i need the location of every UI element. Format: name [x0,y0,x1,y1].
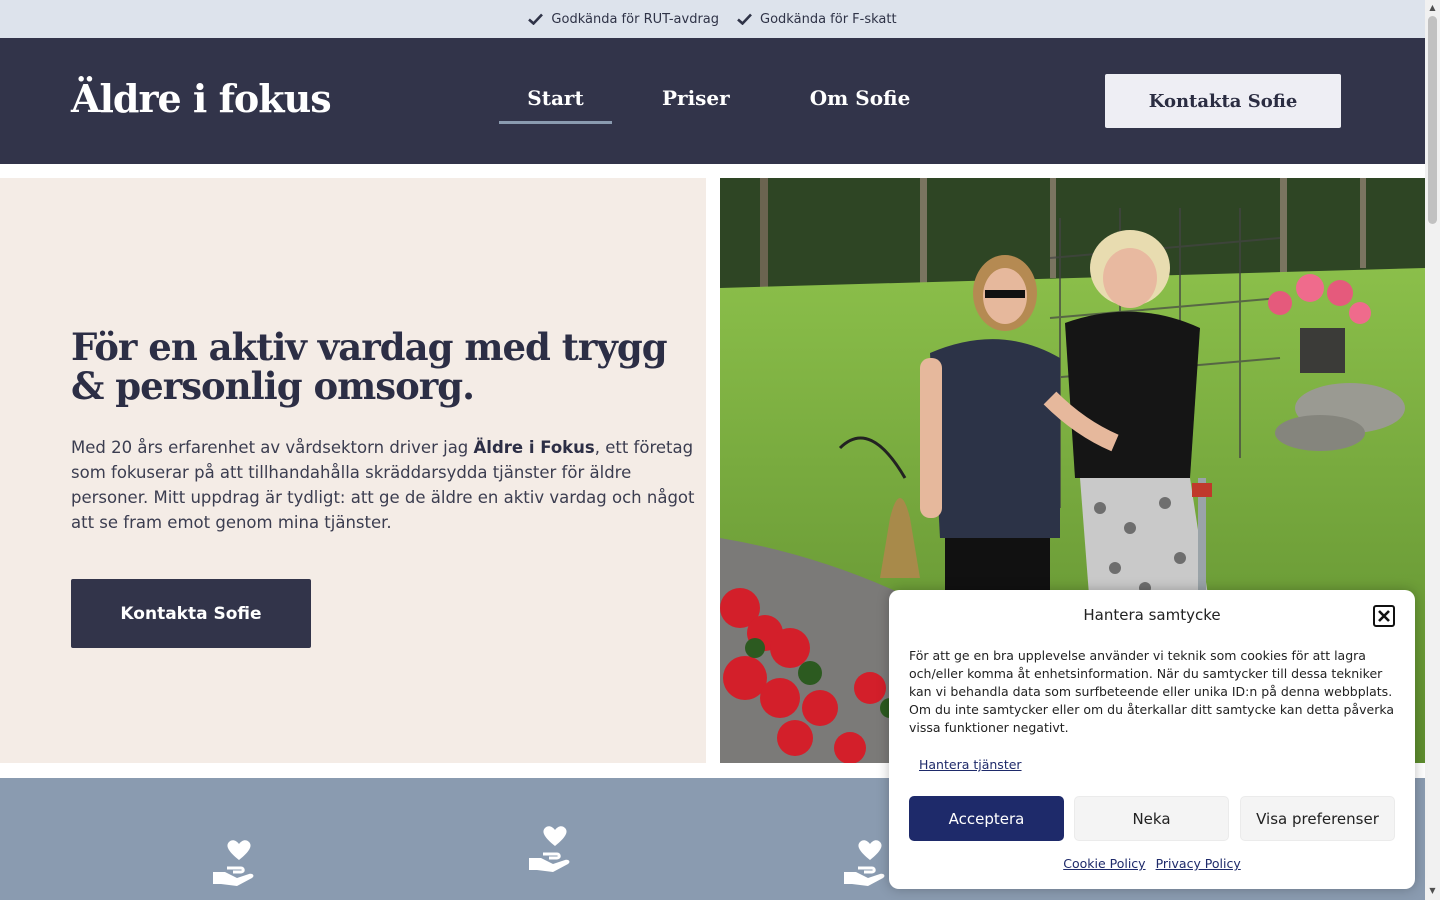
manage-services-link[interactable]: Hantera tjänster [919,757,1022,772]
consent-footer: Cookie Policy Privacy Policy [889,856,1415,871]
scroll-up-arrow-icon[interactable]: ▲ [1428,3,1437,13]
site-header: Äldre i fokus Start Priser Om Sofie Kont… [0,38,1425,164]
privacy-policy-link[interactable]: Privacy Policy [1156,856,1241,871]
nav-priser[interactable]: Priser [662,86,730,124]
hero-section: För en aktiv vardag med trygg & personli… [0,178,706,763]
site-logo[interactable]: Äldre i fokus [71,76,332,121]
scroll-down-arrow-icon[interactable]: ▼ [1428,886,1437,896]
hero-contact-button[interactable]: Kontakta Sofie [71,579,311,648]
deny-button[interactable]: Neka [1074,796,1229,841]
fskatt-label: Godkända för F-skatt [760,11,897,27]
check-icon [737,13,752,25]
rut-label: Godkända för RUT-avdrag [551,11,720,27]
header-contact-button[interactable]: Kontakta Sofie [1105,74,1341,128]
consent-title: Hantera samtycke [1083,606,1221,624]
scroll-thumb[interactable] [1428,16,1437,224]
cookie-consent-dialog: Hantera samtycke För att ge en bra upple… [889,590,1415,889]
hero-text-company: Äldre i Fokus [473,438,595,457]
care-hand-heart-icon [213,840,254,886]
rut-badge: Godkända för RUT-avdrag [528,12,719,27]
check-icon [528,13,544,25]
consent-text: För att ge en bra upplevelse använder vi… [909,648,1395,735]
care-hand-heart-icon [529,826,570,872]
fskatt-badge: Godkända för F-skatt [737,12,897,27]
close-icon[interactable] [1373,605,1395,627]
page-scrollbar[interactable]: ▲ ▼ [1425,0,1440,900]
accept-button[interactable]: Acceptera [909,796,1064,841]
hero-description: Med 20 års erfarenhet av vårdsektorn dri… [71,435,701,535]
main-nav: Start Priser Om Sofie [499,86,910,124]
preferences-button[interactable]: Visa preferenser [1240,796,1395,841]
hero-title: För en aktiv vardag med trygg & personli… [71,325,668,408]
cookie-policy-link[interactable]: Cookie Policy [1063,856,1145,871]
nav-om-sofie[interactable]: Om Sofie [810,86,911,124]
nav-start[interactable]: Start [499,86,612,124]
hero-text-start: Med 20 års erfarenhet av vårdsektorn dri… [71,438,474,457]
top-info-bar: Godkända för RUT-avdrag Godkända för F-s… [0,0,1425,38]
